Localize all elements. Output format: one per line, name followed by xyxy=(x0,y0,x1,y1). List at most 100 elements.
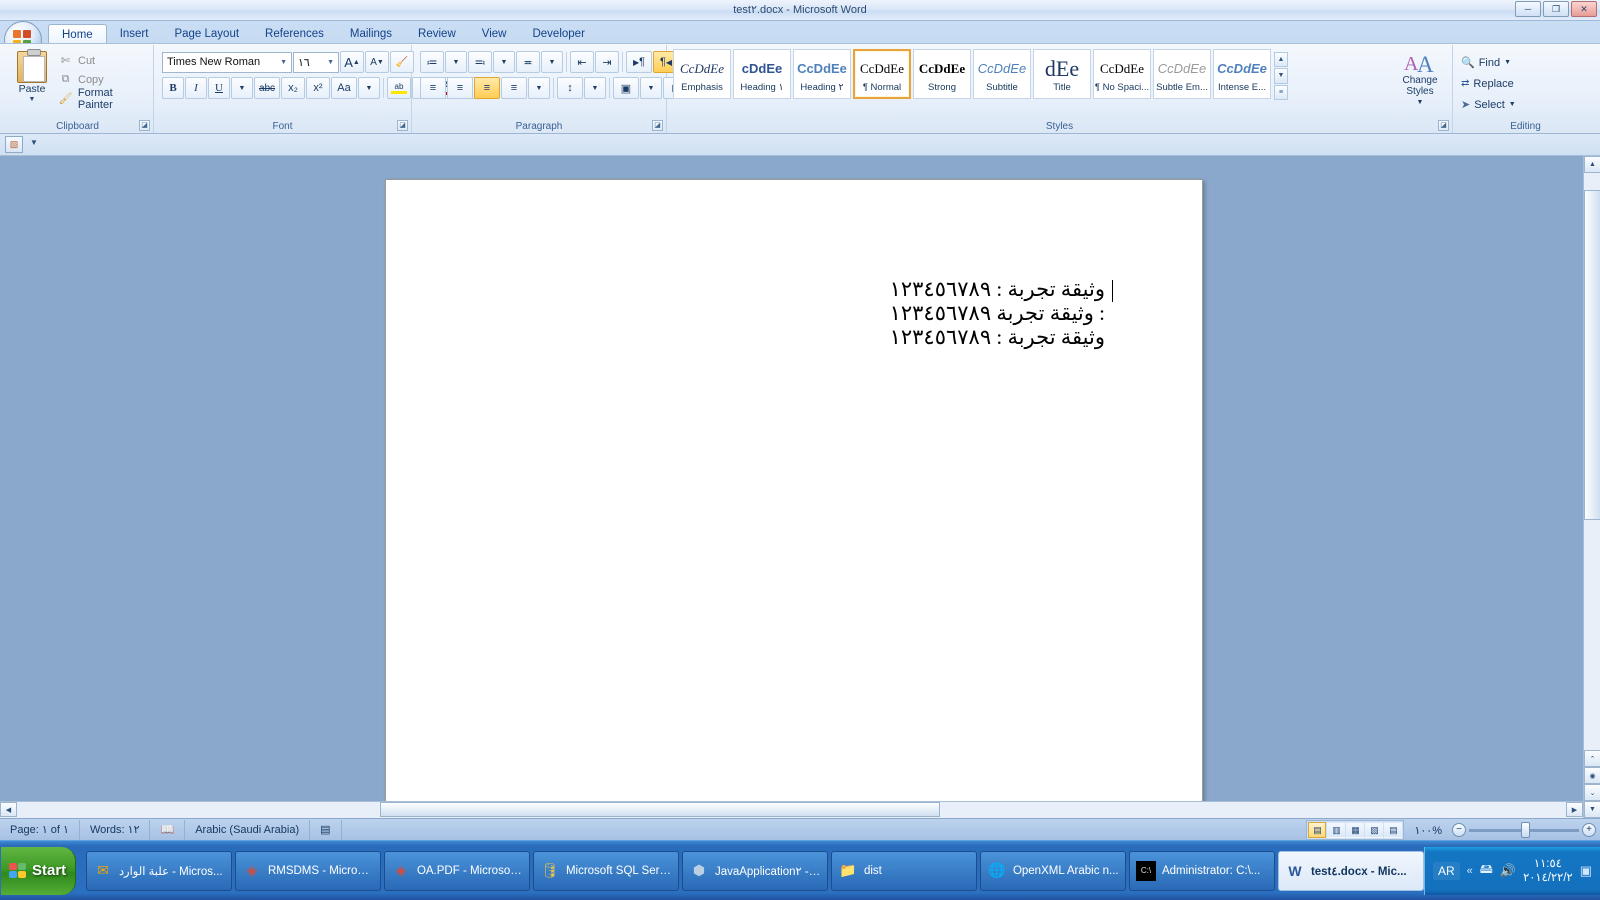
taskbar-item-openxml[interactable]: 🌐 OpenXML Arabic n... xyxy=(979,850,1126,891)
replace-button[interactable]: ⇄ Replace xyxy=(1461,73,1516,94)
language-indicator[interactable]: Arabic (Saudi Arabia) xyxy=(185,819,311,840)
view-outline-button[interactable]: ▧ xyxy=(1365,822,1384,838)
bold-button[interactable]: B xyxy=(162,77,184,99)
font-size-input[interactable]: ١٦ ▼ xyxy=(293,51,339,73)
show-desktop-button[interactable]: ▣ xyxy=(1580,863,1592,879)
maximize-button[interactable]: ❐ xyxy=(1543,1,1569,17)
taskbar-item-dist[interactable]: 📁 dist xyxy=(830,850,977,891)
scroll-down-button[interactable]: ▼ xyxy=(1584,801,1600,818)
word-count[interactable]: Words: ١٢ xyxy=(80,819,151,840)
highlight-button[interactable]: ab xyxy=(387,77,411,99)
scroll-up-button[interactable]: ▲ xyxy=(1584,156,1600,173)
shrink-font-button[interactable]: A ▼ xyxy=(365,51,389,73)
styles-dialog-launcher[interactable]: ◪ xyxy=(1438,120,1449,131)
style-heading-2[interactable]: CcDdEe Heading ٢ xyxy=(793,49,851,99)
taskbar-item-word[interactable]: W test٤.docx - Mic... xyxy=(1277,850,1424,891)
underline-button[interactable]: U xyxy=(208,77,230,99)
subscript-button[interactable]: x₂ xyxy=(281,77,305,99)
document-page[interactable]: وثيقة تجربة : ١٢٣٤٥٦٧٨٩ : وثيقة تجربة ١٢… xyxy=(385,179,1203,823)
view-print-layout-button[interactable]: ▤ xyxy=(1308,822,1327,838)
bullets-button[interactable]: ≔ xyxy=(420,51,444,73)
zoom-thumb[interactable] xyxy=(1521,821,1530,838)
styles-gallery-scrollbar[interactable]: ▲ ▼ ≡ xyxy=(1273,49,1289,100)
shading-dropdown[interactable]: ▼ xyxy=(640,77,662,99)
taskbar-item-outlook[interactable]: ✉ علبة الوارد - Micros... xyxy=(85,850,232,891)
language-bar[interactable]: AR xyxy=(1432,861,1460,880)
clipboard-dialog-launcher[interactable]: ◪ xyxy=(139,120,150,131)
numbering-dropdown[interactable]: ▼ xyxy=(493,51,515,73)
select-browse-object-button[interactable]: ◉ xyxy=(1584,767,1600,784)
zoom-in-button[interactable]: + xyxy=(1582,823,1596,837)
style-heading-1[interactable]: cDdEe Heading ١ xyxy=(733,49,791,99)
scroll-left-button[interactable]: ◀ xyxy=(0,802,17,817)
vertical-scrollbar[interactable]: ▲ ⌃ ◉ ⌄ ▼ xyxy=(1583,156,1600,818)
font-name-input[interactable]: Times New Roman ▼ xyxy=(162,51,292,73)
line-spacing-dropdown[interactable]: ▼ xyxy=(584,77,606,99)
start-button[interactable]: Start xyxy=(1,846,76,895)
bullets-dropdown[interactable]: ▼ xyxy=(445,51,467,73)
align-right-button[interactable]: ≡ xyxy=(474,77,500,99)
styles-scroll-down-button[interactable]: ▼ xyxy=(1274,68,1288,84)
numbering-button[interactable]: ≕ xyxy=(468,51,492,73)
style-title[interactable]: dEe Title xyxy=(1033,49,1091,99)
zoom-slider[interactable]: − + xyxy=(1452,821,1596,838)
taskbar-item-rmsdms[interactable]: ◈ RMSDMS - Microso... xyxy=(234,850,381,891)
clock[interactable]: ١١:٥٤ ٢٠١٤/٢٢/٢ xyxy=(1523,857,1573,885)
align-center-button[interactable]: ≡ xyxy=(447,77,473,99)
view-draft-button[interactable]: ▤ xyxy=(1384,822,1403,838)
cut-button[interactable]: ✄ Cut xyxy=(58,51,150,70)
taskbar-item-cmd[interactable]: C:\ Administrator: C:\... xyxy=(1128,850,1275,891)
taskbar-item-javaapplication[interactable]: ⬢ JavaApplication٢ - ... xyxy=(681,850,828,891)
ltr-text-direction-button[interactable]: ▶ ¶ xyxy=(626,51,652,73)
increase-indent-button[interactable]: ⇥ xyxy=(595,51,619,73)
clear-formatting-button[interactable]: 🧹 xyxy=(390,51,414,73)
multilevel-dropdown[interactable]: ▼ xyxy=(541,51,563,73)
show-hidden-icons-button[interactable]: « xyxy=(1467,865,1473,877)
horizontal-scroll-thumb[interactable] xyxy=(380,802,940,817)
document-body[interactable]: وثيقة تجربة : ١٢٣٤٥٦٧٨٩ : وثيقة تجربة ١٢… xyxy=(565,277,1105,349)
proofing-status[interactable]: 📖 xyxy=(150,819,186,840)
multilevel-list-button[interactable]: ≖ xyxy=(516,51,540,73)
strikethrough-button[interactable]: abc xyxy=(254,77,280,99)
paste-button[interactable]: Paste ▼ xyxy=(10,49,54,113)
change-styles-button[interactable]: A A Change Styles ▼ xyxy=(1394,49,1446,111)
horizontal-scrollbar[interactable]: ◀ ▶ xyxy=(0,801,1583,818)
select-button[interactable]: ➤ Select ▼ xyxy=(1461,94,1516,115)
taskbar-item-oapdf[interactable]: ◈ OA.PDF - Microsof... xyxy=(383,850,530,891)
macro-indicator[interactable]: ▤ xyxy=(310,819,342,840)
qat-dropdown[interactable]: ▼ xyxy=(30,138,38,147)
zoom-level[interactable]: ١٠٠% xyxy=(1408,824,1448,837)
decrease-indent-button[interactable]: ⇤ xyxy=(570,51,594,73)
style-subtitle[interactable]: CcDdEe Subtitle xyxy=(973,49,1031,99)
styles-scroll-up-button[interactable]: ▲ xyxy=(1274,52,1288,68)
view-web-layout-button[interactable]: ▦ xyxy=(1346,822,1365,838)
align-left-button[interactable]: ≡ xyxy=(420,77,446,99)
underline-dropdown[interactable]: ▼ xyxy=(231,77,253,99)
justify-dropdown[interactable]: ▼ xyxy=(528,77,550,99)
font-dialog-launcher[interactable]: ◪ xyxy=(397,120,408,131)
grow-font-button[interactable]: A ▲ xyxy=(340,51,364,73)
superscript-button[interactable]: x² xyxy=(306,77,330,99)
volume-icon[interactable]: 🔊 xyxy=(1500,863,1516,879)
style-subtle-emphasis[interactable]: CcDdEe Subtle Em... xyxy=(1153,49,1211,99)
paragraph-dialog-launcher[interactable]: ◪ xyxy=(652,120,663,131)
shading-button[interactable]: ▣ xyxy=(613,77,639,99)
next-page-button[interactable]: ⌄ xyxy=(1584,784,1600,801)
style-emphasis[interactable]: CcDdEe Emphasis xyxy=(673,49,731,99)
tab-review[interactable]: Review xyxy=(405,24,469,45)
change-case-dropdown[interactable]: ▼ xyxy=(358,77,380,99)
find-button[interactable]: 🔍 Find ▼ xyxy=(1461,52,1516,73)
picture-tool-button[interactable]: ▧ xyxy=(5,136,23,153)
previous-page-button[interactable]: ⌃ xyxy=(1584,750,1600,767)
tab-view[interactable]: View xyxy=(469,24,520,45)
zoom-out-button[interactable]: − xyxy=(1452,823,1466,837)
tab-references[interactable]: References xyxy=(252,24,337,45)
tab-mailings[interactable]: Mailings xyxy=(337,24,405,45)
style-normal[interactable]: CcDdEe ¶ Normal xyxy=(853,49,911,99)
tab-developer[interactable]: Developer xyxy=(519,24,597,45)
view-full-screen-reading-button[interactable]: ▥ xyxy=(1327,822,1346,838)
taskbar-item-sql-server[interactable]: 🛢 Microsoft SQL Serv... xyxy=(532,850,679,891)
justify-button[interactable]: ≡ xyxy=(501,77,527,99)
scroll-right-button[interactable]: ▶ xyxy=(1566,802,1583,817)
style-intense-emphasis[interactable]: CcDdEe Intense E... xyxy=(1213,49,1271,99)
